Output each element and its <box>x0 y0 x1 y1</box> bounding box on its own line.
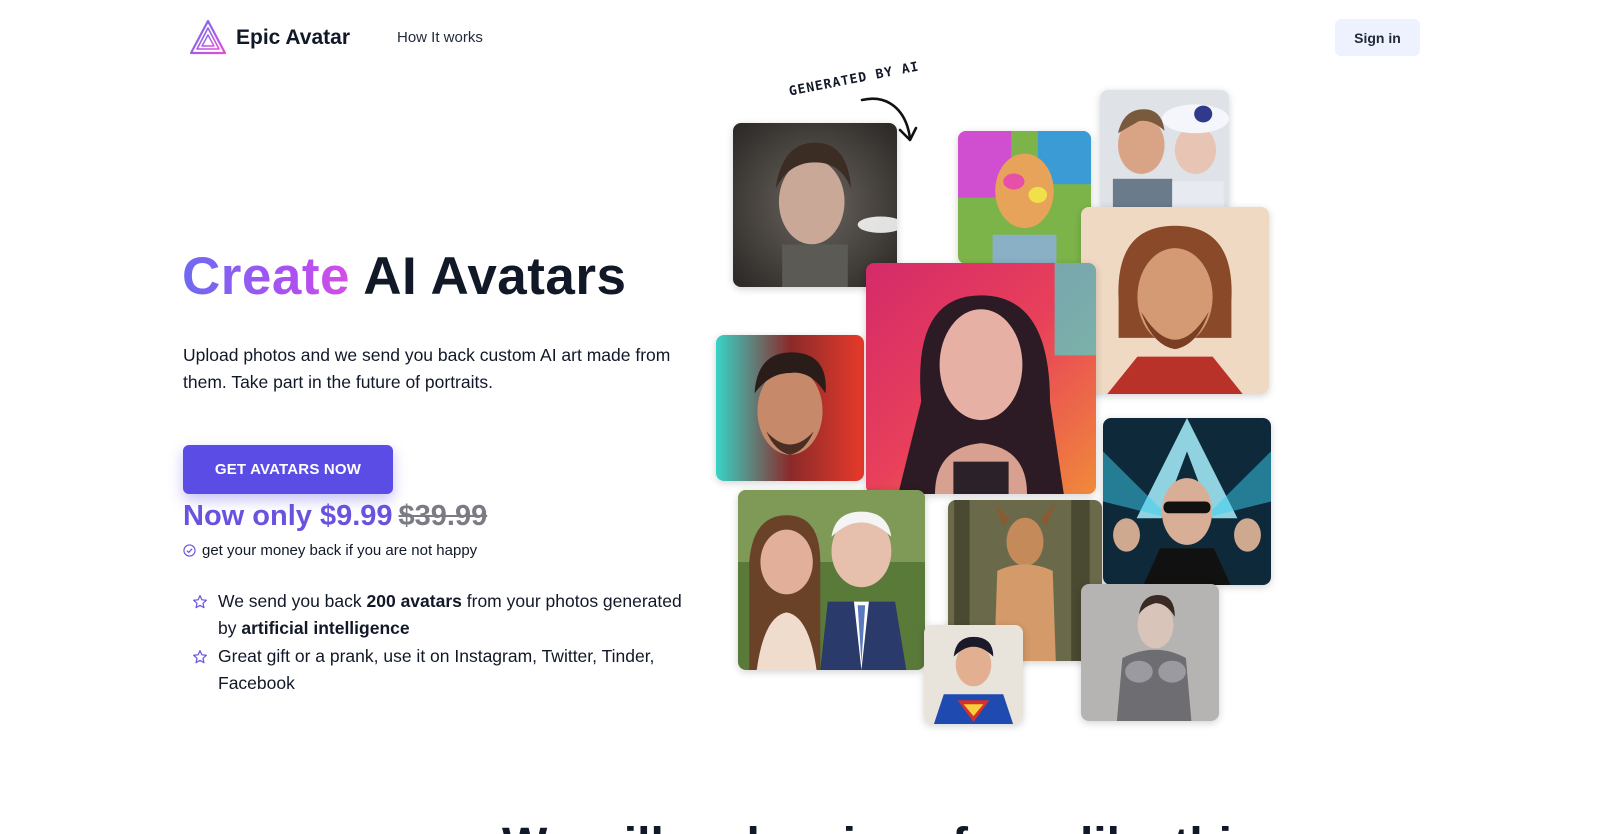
feature-item: We send you back 200 avatars from your p… <box>192 588 682 642</box>
nav-how-it-works[interactable]: How It works <box>397 29 483 46</box>
feature-text: We send you back 200 avatars from your p… <box>218 591 682 638</box>
hero-title-rest: AI Avatars <box>363 247 627 306</box>
hero-title-highlight: Create <box>182 247 350 306</box>
section-title: We will make pics of you like this <box>502 818 1259 834</box>
avatar-image <box>716 335 864 481</box>
avatar-image <box>1081 207 1269 394</box>
site-header: Epic Avatar How It works Sign in <box>0 0 1600 72</box>
avatar-image <box>1103 418 1271 585</box>
curved-arrow-icon <box>860 97 918 142</box>
avatar-collage: GENERATED BY AI <box>0 0 1600 834</box>
avatar-image <box>1081 584 1219 721</box>
get-avatars-button[interactable]: GET AVATARS NOW <box>183 445 393 494</box>
price-now: Now only $9.99 <box>183 500 393 532</box>
sign-in-button[interactable]: Sign in <box>1335 19 1420 56</box>
avatar-image <box>924 625 1023 724</box>
price: Now only $9.99 $39.99 <box>183 500 487 533</box>
star-icon <box>193 650 207 664</box>
guarantee-text: get your money back if you are not happy <box>202 542 478 559</box>
avatar-image <box>958 131 1091 264</box>
avatar-image <box>733 123 897 287</box>
logo-icon <box>189 19 227 55</box>
hero-subtitle: Upload photos and we send you back custo… <box>183 345 671 392</box>
feature-item: Great gift or a prank, use it on Instagr… <box>192 643 682 697</box>
feature-list: We send you back 200 avatars from your p… <box>192 588 682 698</box>
feature-text: Great gift or a prank, use it on Instagr… <box>218 646 655 693</box>
avatar-image <box>948 500 1102 661</box>
hero-title: Create AI Avatars <box>182 246 627 307</box>
avatar-image <box>866 263 1096 494</box>
brand-name: Epic Avatar <box>236 26 350 49</box>
check-circle-icon <box>183 544 196 557</box>
price-old: $39.99 <box>398 500 488 532</box>
money-back-guarantee: get your money back if you are not happy <box>183 542 477 559</box>
avatar-image <box>1100 90 1229 210</box>
logo[interactable]: Epic Avatar <box>188 18 350 58</box>
avatar-image <box>738 490 925 670</box>
star-icon <box>193 595 207 609</box>
